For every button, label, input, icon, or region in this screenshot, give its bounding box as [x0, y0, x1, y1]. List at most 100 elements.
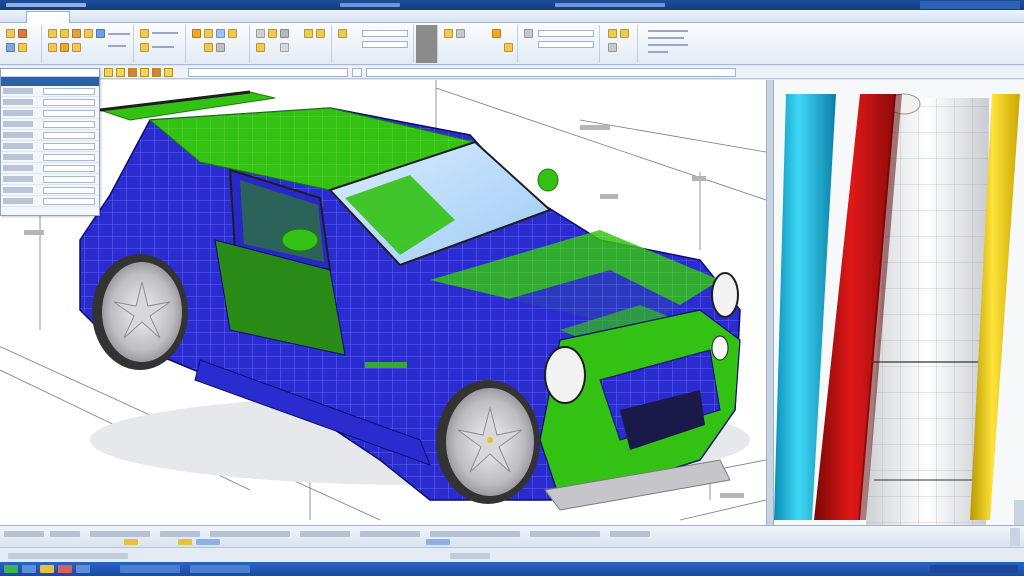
- toolbar-icon[interactable]: [504, 43, 513, 52]
- toolbar-icon[interactable]: [192, 29, 201, 38]
- toolbar-icon[interactable]: [426, 539, 450, 545]
- ribbon-field[interactable]: [362, 30, 408, 37]
- app-icon[interactable]: [22, 565, 36, 573]
- ribbon-field[interactable]: [362, 41, 408, 48]
- app-icon[interactable]: [120, 565, 180, 573]
- app-icon[interactable]: [40, 565, 54, 573]
- property-row[interactable]: [1, 97, 99, 108]
- bottom-item[interactable]: [4, 531, 44, 537]
- toolbar-icon[interactable]: [72, 29, 81, 38]
- tab-1[interactable]: [2, 12, 24, 22]
- start-icon[interactable]: [4, 565, 18, 573]
- bottom-toolbar: [0, 525, 1024, 547]
- toolbar-icon[interactable]: [48, 29, 57, 38]
- property-row[interactable]: [1, 119, 99, 130]
- toolbar-icon[interactable]: [164, 68, 173, 77]
- toolbar-icon[interactable]: [196, 539, 220, 545]
- tab-6[interactable]: [390, 12, 435, 22]
- toolbar-icon[interactable]: [6, 29, 15, 38]
- tab-4[interactable]: [170, 12, 200, 22]
- toolbar-icon[interactable]: [152, 68, 161, 77]
- property-row[interactable]: [1, 163, 99, 174]
- tab-3[interactable]: [72, 12, 102, 22]
- toolbar-icon[interactable]: [280, 43, 289, 52]
- bottom-item[interactable]: [530, 531, 600, 537]
- window-controls[interactable]: [920, 1, 1020, 9]
- command-field-button[interactable]: [352, 68, 362, 77]
- ribbon-field[interactable]: [538, 30, 594, 37]
- toolbar-icon[interactable]: [444, 29, 453, 38]
- toolbar-icon[interactable]: [6, 43, 15, 52]
- property-row[interactable]: [1, 141, 99, 152]
- toolbar-icon[interactable]: [48, 43, 57, 52]
- bottom-item[interactable]: [210, 531, 290, 537]
- toolbar-icon[interactable]: [608, 43, 617, 52]
- car-model-render[interactable]: [0, 80, 766, 525]
- toolbar-icon[interactable]: [116, 68, 125, 77]
- toolbar-icon[interactable]: [124, 539, 138, 545]
- viewport-splitter[interactable]: [766, 80, 774, 525]
- bottom-scroll[interactable]: [1010, 528, 1020, 546]
- toolbar-icon[interactable]: [456, 29, 465, 38]
- toolbar-icon[interactable]: [620, 29, 629, 38]
- cylinder-render[interactable]: [774, 80, 1024, 525]
- toolbar-icon[interactable]: [338, 29, 347, 38]
- property-row[interactable]: [1, 152, 99, 163]
- main-3d-viewport[interactable]: [0, 80, 766, 525]
- scrollbar[interactable]: [1014, 500, 1024, 525]
- command-field[interactable]: [188, 68, 348, 77]
- property-row[interactable]: [1, 185, 99, 196]
- app-icon[interactable]: [58, 565, 72, 573]
- toolbar-icon[interactable]: [140, 68, 149, 77]
- toolbar-icon[interactable]: [84, 29, 93, 38]
- toolbar-icon[interactable]: [608, 29, 617, 38]
- property-row[interactable]: [1, 196, 99, 207]
- toolbar-icon[interactable]: [216, 29, 225, 38]
- tab-5[interactable]: [245, 12, 285, 22]
- toolbar-icon[interactable]: [128, 68, 137, 77]
- toolbar-icon[interactable]: [60, 43, 69, 52]
- toolbar-icon[interactable]: [18, 29, 27, 38]
- path-field[interactable]: [366, 68, 736, 77]
- detail-viewport[interactable]: [774, 80, 1024, 525]
- toolbar-icon[interactable]: [204, 29, 213, 38]
- toolbar-icon[interactable]: [304, 29, 313, 38]
- toolbar-icon[interactable]: [228, 29, 237, 38]
- bottom-item[interactable]: [430, 531, 520, 537]
- bottom-item[interactable]: [160, 531, 200, 537]
- property-row[interactable]: [1, 86, 99, 97]
- app-icon[interactable]: [76, 565, 90, 573]
- toolbar-icon[interactable]: [256, 43, 265, 52]
- bottom-item[interactable]: [610, 531, 650, 537]
- toolbar-icon[interactable]: [316, 29, 325, 38]
- toolbar-icon[interactable]: [96, 29, 105, 38]
- toolbar-icon[interactable]: [178, 539, 192, 545]
- bottom-item[interactable]: [360, 531, 420, 537]
- property-row[interactable]: [1, 108, 99, 119]
- app-icon[interactable]: [190, 565, 250, 573]
- side-mirror-right: [537, 168, 559, 192]
- bottom-item[interactable]: [90, 531, 150, 537]
- toolbar-icon[interactable]: [256, 29, 265, 38]
- toolbar-icon[interactable]: [60, 29, 69, 38]
- toolbar-icon[interactable]: [268, 29, 277, 38]
- toolbar-icon[interactable]: [216, 43, 225, 52]
- toolbar-icon[interactable]: [524, 29, 533, 38]
- property-row[interactable]: [1, 130, 99, 141]
- toolbar-icon[interactable]: [492, 29, 501, 38]
- ribbon-field[interactable]: [538, 41, 594, 48]
- toolbar-icon[interactable]: [104, 68, 113, 77]
- toolbar-icon[interactable]: [140, 43, 149, 52]
- toolbar-icon[interactable]: [280, 29, 289, 38]
- toolbar-icon[interactable]: [18, 43, 27, 52]
- tab-7[interactable]: [515, 12, 555, 22]
- system-tray[interactable]: [930, 565, 1018, 573]
- toolbar-icon[interactable]: [72, 43, 81, 52]
- bottom-item[interactable]: [300, 531, 350, 537]
- properties-panel[interactable]: [0, 68, 100, 216]
- toolbar-icon[interactable]: [140, 29, 149, 38]
- property-row[interactable]: [1, 174, 99, 185]
- bottom-item[interactable]: [50, 531, 80, 537]
- tab-active[interactable]: [26, 11, 70, 23]
- toolbar-icon[interactable]: [204, 43, 213, 52]
